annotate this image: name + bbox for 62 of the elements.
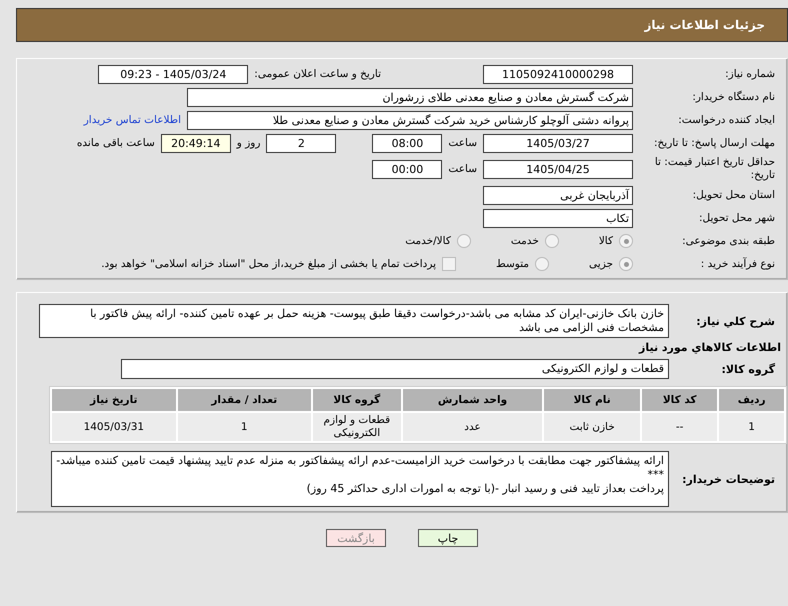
column-header: ردیف xyxy=(719,389,784,411)
print-button[interactable]: چاپ xyxy=(418,529,478,547)
radio-label: جزیی xyxy=(589,258,613,270)
field-label: نام دستگاه خریدار: xyxy=(691,90,776,104)
description-field[interactable]: خازن بانک خازنی-ایران کد مشابه می باشد-درخواست دقیقا طبق پیوست- هزینه حمل بر عهده تامین کننده- ارائه پیش فاکتور با مشخصات فنی الزامی می باشد xyxy=(39,304,669,338)
field-label: شماره نیاز: xyxy=(724,68,776,80)
page-title: جزئیات اطلاعات نیاز xyxy=(644,18,765,32)
text-field[interactable]: 1405/03/27 xyxy=(483,134,633,152)
field-label: توضیحات خریدار: xyxy=(681,472,776,486)
table-cell: قطعات و لوازم الکترونیکی xyxy=(312,413,401,441)
column-header: نام کالا xyxy=(544,389,640,411)
radio-button[interactable] xyxy=(535,257,550,271)
radio-label: کالا xyxy=(598,235,613,247)
text-field[interactable]: 08:00 xyxy=(372,134,442,152)
field-label: ساعت xyxy=(448,137,477,149)
column-header: گروه کالا xyxy=(312,389,401,411)
field-label: حداقل تاریخ اعتبار قیمت: تا تاریخ: xyxy=(654,156,776,182)
radio-label: کالا/خدمت xyxy=(405,235,451,247)
radio-button[interactable] xyxy=(544,234,559,248)
text-field[interactable]: آذربایجان غربی xyxy=(483,186,633,204)
radio-button[interactable] xyxy=(619,257,633,271)
text-field[interactable]: 1405/04/25 xyxy=(483,160,633,178)
table-cell: -- xyxy=(642,413,718,441)
table-cell: 1 xyxy=(719,413,784,441)
countdown-field[interactable]: 20:49:14 xyxy=(160,134,231,152)
text-field[interactable]: تکاب xyxy=(483,208,633,228)
checkbox-label: پرداخت تمام یا بخشی از مبلغ خرید،از محل "اسناد خزانه اسلامی" خواهد بود. xyxy=(101,258,436,270)
section-heading: اطلاعات کالاهاي مورد نياز xyxy=(638,341,782,354)
field-label: مهلت ارسال پاسخ: تا تاریخ: xyxy=(652,136,776,150)
field-label: گروه کالا: xyxy=(720,362,776,376)
field-label: استان محل تحویل: xyxy=(692,188,776,202)
table-cell: خازن ثابت xyxy=(544,413,640,441)
goods-group-field[interactable]: قطعات و لوازم الکترونیکی xyxy=(121,359,669,379)
field-label: شرح کلي نياز: xyxy=(695,314,776,328)
field-label: نوع فرآیند خرید : xyxy=(700,258,776,270)
text-field[interactable]: 1105092410000298 xyxy=(483,64,633,84)
column-header: تعداد / مقدار xyxy=(178,389,311,411)
field-label: روز و xyxy=(236,137,260,149)
radio-button[interactable] xyxy=(619,234,633,248)
field-label: تاریخ و ساعت اعلان عمومی: xyxy=(254,68,381,80)
table-cell: 1 xyxy=(178,413,311,441)
checkbox[interactable] xyxy=(442,257,456,271)
text-field[interactable]: 2 xyxy=(266,134,336,152)
text-field[interactable]: پروانه دشتی آلوچلو کارشناس خرید شرکت گسترش معادن و صنایع معدنی طلا xyxy=(187,110,633,130)
column-header: واحد شمارش xyxy=(402,389,542,411)
radio-button[interactable] xyxy=(456,234,471,248)
field-label: شهر محل تحویل: xyxy=(698,212,776,224)
radio-label: متوسط xyxy=(496,258,530,270)
column-header: تاریخ نیاز xyxy=(52,389,176,411)
field-label: ایجاد کننده درخواست: xyxy=(677,114,776,126)
notes-field[interactable]: ارائه پیشفاکتور جهت مطابقت با درخواست خرید الزامیست-عدم ارائه پیشفاکتور به منزله عدم تایید پیشنهاد قیمت تامین کننده میباشد-*** پرداخت بعداز تایید فنی و رسید انبار -(با توجه به امورات اداری حداکثر 45 روز) xyxy=(51,451,669,507)
radio-label: خدمت xyxy=(510,235,539,247)
text-field[interactable]: شرکت گسترش معادن و صنایع معدنی طلای زرشوران xyxy=(187,88,633,106)
table-cell: 1405/03/31 xyxy=(52,413,176,441)
field-label: طبقه بندی موضوعی: xyxy=(681,234,776,248)
field-label: ساعت باقی مانده xyxy=(76,137,155,149)
column-header: کد کالا xyxy=(642,389,718,411)
contact-link[interactable]: اطلاعات تماس خریدار xyxy=(84,114,181,126)
field-label: ساعت xyxy=(448,163,477,175)
text-field[interactable]: 1405/03/24 - 09:23 xyxy=(98,64,248,84)
text-field[interactable]: 00:00 xyxy=(372,160,442,178)
table-cell: عدد xyxy=(402,413,542,441)
